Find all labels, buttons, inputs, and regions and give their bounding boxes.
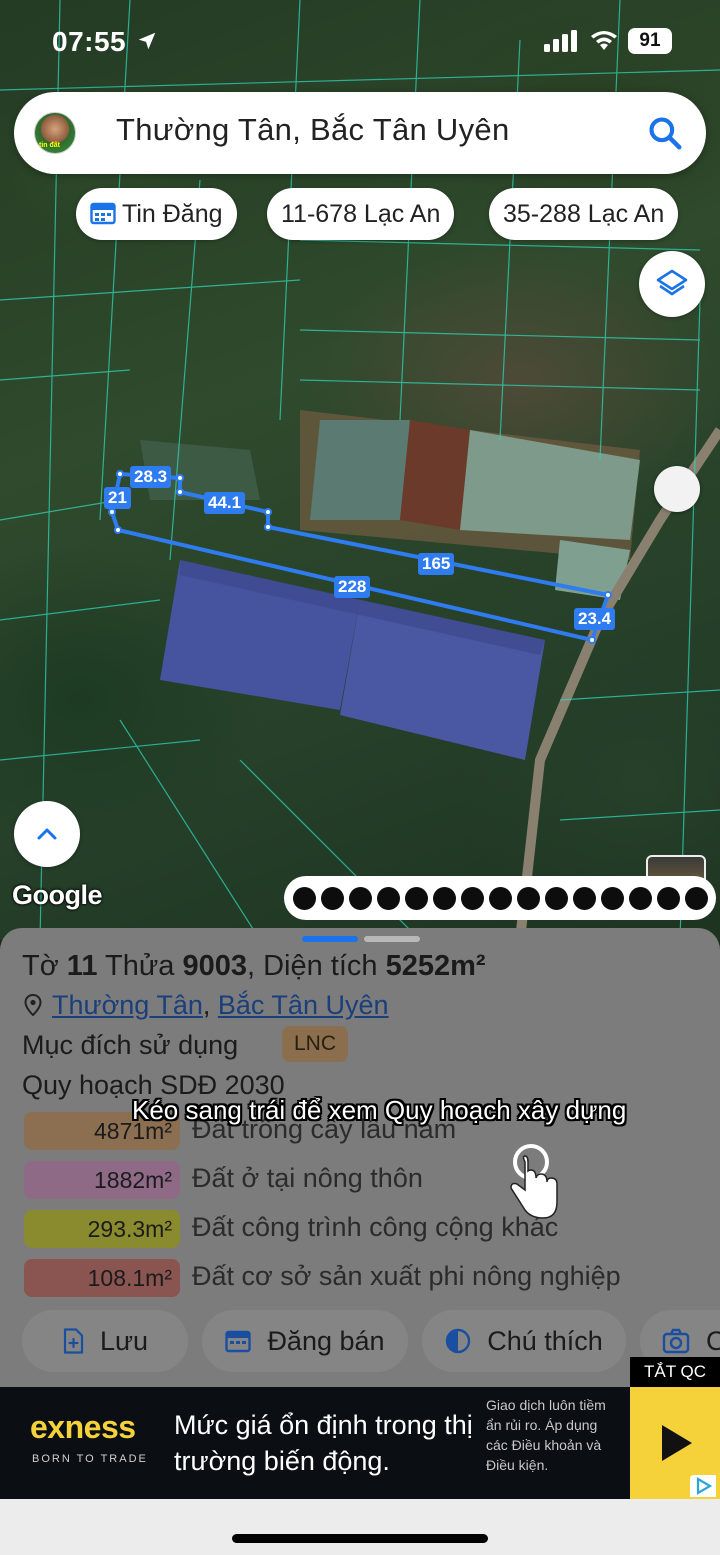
plan-label: Đất cơ sở sản xuất phi nông nghiệp [192,1261,621,1291]
dimension-label: 23.4 [574,608,616,630]
home-indicator[interactable] [232,1534,488,1543]
floating-assistive-button[interactable] [654,466,700,512]
status-bar: 07:55 91 [0,24,720,60]
plan-area: 108.1m² [24,1259,180,1297]
battery-indicator: 91 [628,28,672,54]
ad-tagline: BORN TO TRADE [32,1453,148,1465]
dimension-label: 228 [334,576,371,598]
land-use-purpose-label: Mục đích sử dụng [22,1030,239,1060]
adchoices-icon[interactable] [690,1475,716,1497]
cellular-signal-icon [544,30,577,52]
ad-disclaimer: Giao dịch luôn tiềm ẩn rủi ro. Áp dụng c… [486,1397,606,1473]
avatar-text: tin đất [39,142,60,149]
status-time: 07:55 [52,26,127,57]
calendar-icon [90,203,116,225]
legend-button[interactable]: Chú thích [422,1310,626,1372]
dimension-label: 44.1 [204,492,246,514]
expand-sheet-button[interactable] [14,801,80,867]
chevron-up-icon [37,828,57,840]
chip-label: 35-288 Lạc An [503,200,665,228]
close-ad-button[interactable]: TẮT QC [630,1357,720,1387]
contrast-icon [446,1328,471,1354]
ad-headline: Mức giá ổn định trong thị trường biến độ… [174,1410,473,1476]
ad-brand: exness [30,1409,136,1445]
dimension-label: 28.3 [130,466,172,488]
avatar[interactable]: tin đất [34,112,76,154]
map-pin-icon [24,993,42,1017]
file-add-icon [63,1328,84,1354]
parcel-area: 5252m² [385,950,486,982]
chip-label: Tin Đăng [122,200,223,228]
location-link-commune[interactable]: Thường Tân [52,990,203,1020]
land-use-code-badge: LNC [282,1026,349,1062]
location-row: Thường Tân, Bắc Tân Uyên [24,990,389,1021]
search-query[interactable]: Thường Tân, Bắc Tân Uyên [116,112,510,148]
plan-row: 293.3m² Đất công trình công cộng khác [24,1210,720,1248]
plan-row: 108.1m² Đất cơ sở sản xuất phi nông nghiệ… [24,1259,720,1297]
swipe-hint-text: Kéo sang trái để xem Quy hoạch xây dựng [132,1095,627,1125]
search-bar[interactable]: tin đất Thường Tân, Bắc Tân Uyên [14,92,706,174]
calendar-icon [225,1330,252,1353]
dimension-label: 165 [418,553,455,575]
plan-area: 1882m² [24,1161,180,1199]
location-link-district[interactable]: Bắc Tân Uyên [218,990,389,1020]
search-icon[interactable] [646,114,684,152]
save-button[interactable]: Lưu [22,1310,188,1372]
lot-number: 9003 [182,950,247,982]
plan-row: 1882m² Đất ở tại nông thôn [24,1161,720,1199]
wifi-icon [591,31,617,50]
chip-label: 11-678 Lạc An [281,200,441,228]
pager-active [302,936,358,942]
plan-label: Đất ở tại nông thôn [192,1163,423,1193]
satellite-map[interactable]: 28.3 21 44.1 165 228 23.4 07:55 91 tin đất Th… [0,0,720,940]
google-logo: Google [12,880,103,910]
play-icon [662,1425,692,1461]
parcel-title: Tờ 11 Thửa 9003, Diện tích 5252m² [22,950,486,982]
sheet-pager [302,936,420,942]
parcel-info-sheet[interactable]: Tờ 11 Thửa 9003, Diện tích 5252m² Thường… [0,928,720,1388]
chip-location-1[interactable]: 11-678 Lạc An [267,188,455,240]
page-indicator-dots [284,876,716,920]
location-arrow-icon [138,32,156,50]
camera-icon [662,1328,690,1354]
chip-tin-dang[interactable]: Tin Đăng [76,188,237,240]
hand-pointer-icon [510,1144,558,1219]
ad-banner[interactable]: exness BORN TO TRADE Mức giá ổn định tro… [0,1387,720,1499]
post-for-sale-button[interactable]: Đăng bán [202,1310,408,1372]
plan-area: 293.3m² [24,1210,180,1248]
pager-inactive [364,936,420,942]
dimension-label: 21 [104,487,131,509]
sheet-number: 11 [66,950,98,982]
layers-icon [656,269,688,296]
layers-button[interactable] [639,251,705,317]
home-indicator-area [0,1499,720,1555]
chip-location-2[interactable]: 35-288 Lạc An [489,188,679,240]
